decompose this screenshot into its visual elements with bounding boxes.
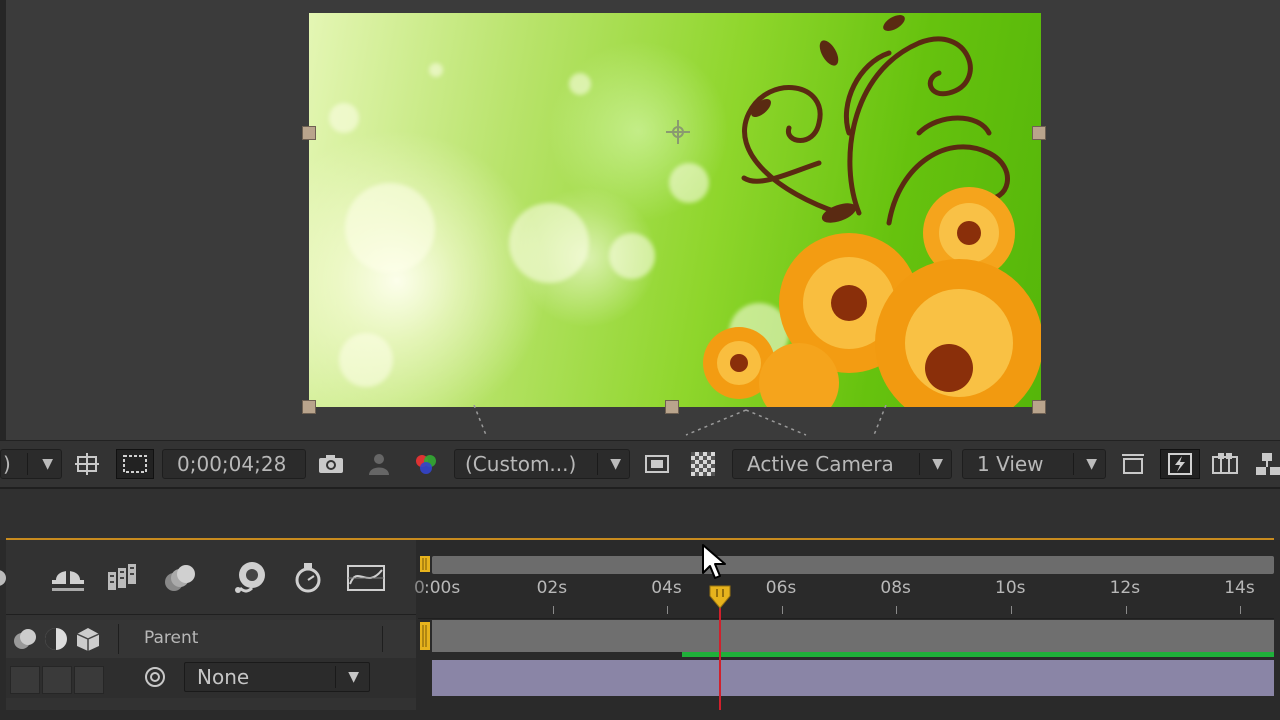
mouse-cursor-icon <box>702 544 726 579</box>
dropdown-arrow-icon: ▼ <box>1086 456 1097 472</box>
layer-duration-bar[interactable] <box>432 660 1274 696</box>
bokeh-light <box>429 63 443 77</box>
camera-guide-lines <box>473 405 887 436</box>
bokeh-light <box>569 73 591 95</box>
parent-value: None <box>197 665 250 689</box>
bokeh-light <box>329 103 359 133</box>
layer-switches-panel: Parent None ▼ <box>0 540 416 710</box>
ruler-label: 10s <box>995 578 1026 598</box>
motion-blur-switch[interactable] <box>10 666 40 694</box>
transform-handle[interactable] <box>302 400 316 414</box>
stopwatch-icon[interactable] <box>288 560 328 596</box>
ruler-tick <box>552 606 554 614</box>
3d-layer-switch[interactable] <box>74 666 104 694</box>
ruler-label: 04s <box>651 578 682 598</box>
composition-frame[interactable] <box>309 13 1041 407</box>
work-area-start-icon[interactable] <box>418 554 432 574</box>
transform-handle[interactable] <box>302 126 316 140</box>
timeline-panel: Parent None ▼ :00s 0 02s 04s 06s 08s 10s 12s 14s <box>0 540 1280 720</box>
brainstorm-icon[interactable] <box>232 560 272 596</box>
composition-viewer[interactable] <box>6 0 1280 440</box>
bokeh-light <box>509 203 589 283</box>
ruler-tick <box>667 606 669 614</box>
parent-dropdown[interactable]: None ▼ <box>184 662 370 692</box>
ruler-label: :00s <box>424 578 461 598</box>
pixel-aspect-icon[interactable] <box>1118 449 1148 479</box>
flower-artwork <box>703 15 1041 407</box>
ruler-tick <box>896 606 898 614</box>
ruler-label: 12s <box>1109 578 1141 598</box>
hide-shy-layers-icon[interactable] <box>48 560 88 596</box>
flowchart-icon[interactable] <box>1210 449 1240 479</box>
timeline-switches <box>0 540 416 615</box>
ruler-tick <box>781 606 783 614</box>
dropdown-arrow-icon: ▼ <box>932 456 943 472</box>
motion-blur-icon[interactable] <box>160 560 200 596</box>
work-area-bar[interactable] <box>432 556 1274 574</box>
resolution-label: (Custom...) <box>465 452 577 476</box>
adjustment-switch[interactable] <box>42 666 72 694</box>
camera-view-label: Active Camera <box>747 452 894 476</box>
transparency-grid-icon[interactable] <box>116 449 154 479</box>
color-channels-icon[interactable] <box>410 449 440 479</box>
camera-snapshot-icon[interactable] <box>316 449 346 479</box>
motion-blur-column-icon[interactable] <box>10 626 40 656</box>
anchor-point-icon[interactable] <box>665 119 691 145</box>
view-layout-label: 1 View <box>977 452 1044 476</box>
layer-in-point-icon[interactable] <box>418 620 432 652</box>
magnification-dropdown[interactable]: ) ▼ <box>0 449 62 479</box>
view-layout-dropdown[interactable]: 1 View ▼ <box>962 449 1106 479</box>
fast-previews-icon[interactable] <box>1160 449 1200 479</box>
timeline-column-header: Parent <box>6 620 416 659</box>
frame-blending-icon[interactable] <box>104 560 144 596</box>
ruler-zero-prefix: 0 <box>414 578 425 598</box>
current-time-display[interactable]: 0;00;04;28 <box>162 449 306 479</box>
ruler-label: 06s <box>765 578 797 598</box>
panel-tab-strip <box>0 487 1280 541</box>
toggle-mask-icon[interactable] <box>642 449 672 479</box>
current-time-indicator-icon[interactable] <box>708 584 732 610</box>
bokeh-light <box>345 183 435 273</box>
ruler-label: 02s <box>536 578 568 598</box>
show-snapshot-icon[interactable] <box>364 449 394 479</box>
dropdown-arrow-icon: ▼ <box>42 456 53 472</box>
dropdown-arrow-icon: ▼ <box>610 456 621 472</box>
timeline-graph-area[interactable]: :00s 0 02s 04s 06s 08s 10s 12s 14s <box>414 540 1274 710</box>
3d-layer-column-icon[interactable] <box>74 626 102 656</box>
pick-whip-icon[interactable] <box>142 664 168 694</box>
ruler-tick <box>1240 606 1242 614</box>
comp-flowchart-icon[interactable] <box>1254 449 1280 479</box>
dropdown-arrow-icon: ▼ <box>348 669 359 685</box>
graph-editor-icon[interactable] <box>344 560 388 596</box>
checkerboard-icon[interactable] <box>688 449 718 479</box>
ruler-label: 14s <box>1224 578 1255 598</box>
ruler-label: 08s <box>880 578 911 598</box>
resolution-dropdown[interactable]: (Custom...) ▼ <box>454 449 630 479</box>
ruler-tick <box>1125 606 1127 614</box>
camera-view-dropdown[interactable]: Active Camera ▼ <box>732 449 952 479</box>
bokeh-light <box>609 233 655 279</box>
bokeh-light <box>339 333 393 387</box>
parent-column-label: Parent <box>144 628 199 648</box>
layer-row[interactable]: None ▼ <box>6 658 416 698</box>
region-of-interest-icon[interactable] <box>72 449 102 479</box>
draft-3d-icon[interactable] <box>0 560 28 596</box>
render-cache-indicator <box>682 652 1274 657</box>
adjustment-layer-column-icon[interactable] <box>42 626 70 656</box>
current-time-indicator-line[interactable] <box>719 606 722 710</box>
composition-bar[interactable] <box>432 620 1274 652</box>
time-ruler[interactable]: :00s 0 02s 04s 06s 08s 10s 12s 14s <box>414 578 1274 619</box>
ruler-tick <box>1011 606 1012 614</box>
transform-handle[interactable] <box>1032 400 1046 414</box>
magnification-value: ) <box>3 452 11 476</box>
transform-handle[interactable] <box>1032 126 1046 140</box>
timecode: 0;00;04;28 <box>177 452 287 476</box>
viewer-toolbar: ) ▼ 0;00;04;28 (Custom...) ▼ Active Came… <box>0 440 1280 487</box>
